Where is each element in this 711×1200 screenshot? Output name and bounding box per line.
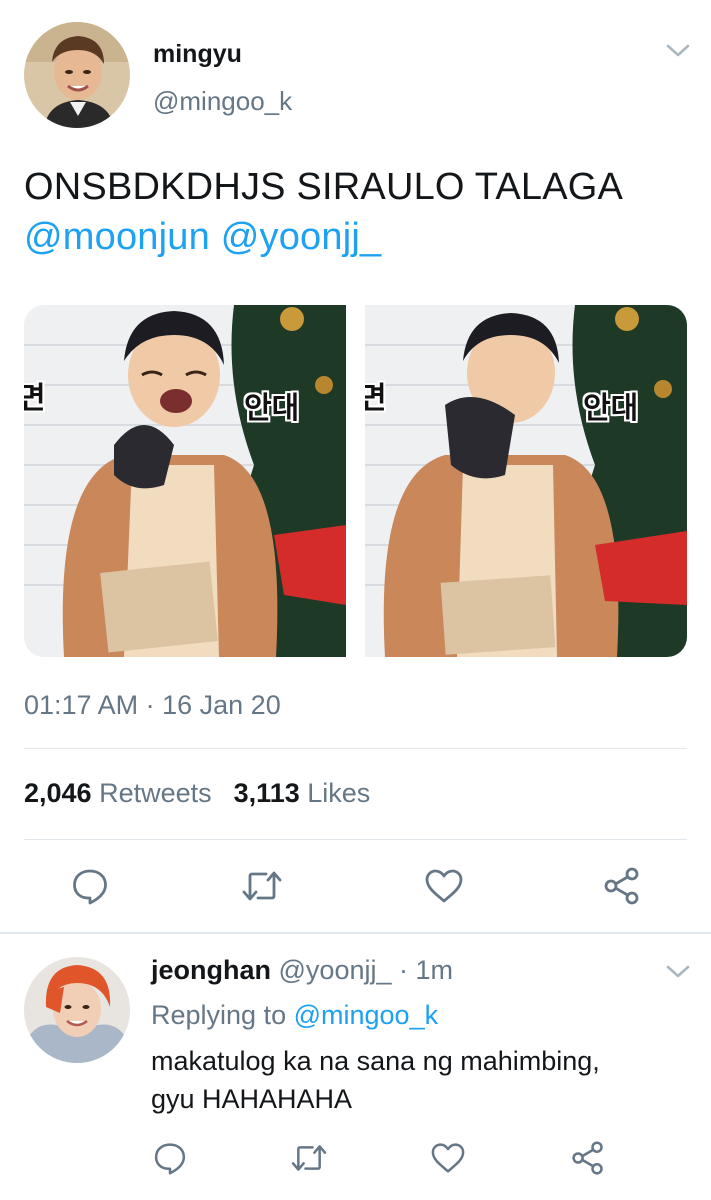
reply-share-button[interactable] (568, 1138, 608, 1178)
share-button[interactable] (602, 866, 642, 906)
share-nodes-icon (572, 1141, 603, 1175)
chevron-down-icon[interactable] (666, 44, 690, 58)
likes-count: 3,113 (233, 778, 300, 808)
like-button[interactable] (424, 866, 464, 906)
retweet-arrows-icon (242, 871, 282, 901)
heart-icon (425, 869, 463, 903)
likes-stat[interactable]: 3,113 Likes (234, 778, 371, 808)
retweet-button[interactable] (242, 866, 282, 906)
reply-author-name[interactable]: jeonghan (151, 955, 271, 985)
divider (24, 748, 687, 749)
retweets-stat[interactable]: 2,046 Retweets (24, 778, 212, 808)
replying-to-link[interactable]: @mingoo_k (294, 1000, 438, 1030)
retweet-arrows-icon (291, 1145, 327, 1171)
divider (24, 839, 687, 840)
reply-retweet-button[interactable] (289, 1138, 329, 1178)
heart-icon (431, 1143, 465, 1173)
likes-label: Likes (307, 778, 371, 808)
reply-age: 1m (415, 955, 454, 985)
media-photo-left[interactable]: 면 안대 (24, 305, 346, 657)
replying-prefix: Replying to (151, 1000, 287, 1030)
author-avatar[interactable] (24, 22, 130, 128)
replying-to: Replying to @mingoo_k (151, 1000, 438, 1031)
mention-link[interactable]: @moonjun (24, 216, 210, 258)
tweet-stats: 2,046 Retweets 3,113 Likes (24, 778, 370, 809)
author-name[interactable]: mingyu (153, 40, 242, 69)
reply-reply-button[interactable] (150, 1138, 190, 1178)
tweet-timestamp[interactable]: 01:17 AM · 16 Jan 20 (24, 690, 281, 721)
reply-author-avatar[interactable] (24, 957, 130, 1063)
reply-like-button[interactable] (428, 1138, 468, 1178)
tweet-text: ONSBDKDHJS SIRAULO TALAGA @moonjun @yoon… (24, 162, 694, 262)
reply-text-line: gyu HAHAHAHA (151, 1084, 353, 1114)
tweet-media: 면 안대 면 안대 (24, 305, 687, 657)
chevron-down-icon[interactable] (666, 965, 690, 979)
share-nodes-icon (604, 867, 639, 905)
reply-button[interactable] (70, 866, 110, 906)
reply-meta-separator: · (399, 955, 409, 985)
retweets-count: 2,046 (24, 778, 92, 808)
tweet-date: 16 Jan 20 (162, 690, 281, 720)
reply-header: jeonghan @yoonjj_ · 1m (151, 955, 453, 986)
media-caption: 안대 (244, 391, 300, 426)
media-photo-right[interactable]: 면 안대 (365, 305, 687, 657)
speech-bubble-icon (154, 1143, 186, 1175)
media-caption: 안대 (583, 391, 639, 426)
author-handle[interactable]: @mingoo_k (153, 86, 292, 117)
tweet-time: 01:17 AM (24, 690, 139, 720)
speech-bubble-icon (73, 869, 107, 905)
section-divider (0, 932, 711, 934)
media-caption: 면 (365, 381, 387, 416)
tweet-text-line: ONSBDKDHJS SIRAULO TALAGA (24, 166, 624, 208)
media-caption: 면 (24, 381, 46, 416)
mention-link[interactable]: @yoonjj_ (221, 216, 382, 258)
reply-author-handle[interactable]: @yoonjj_ (279, 955, 392, 985)
reply-text-line: makatulog ka na sana ng mahimbing, (151, 1046, 600, 1076)
timestamp-separator: · (145, 690, 155, 720)
retweets-label: Retweets (99, 778, 212, 808)
reply-text: makatulog ka na sana ng mahimbing, gyu H… (151, 1042, 681, 1118)
